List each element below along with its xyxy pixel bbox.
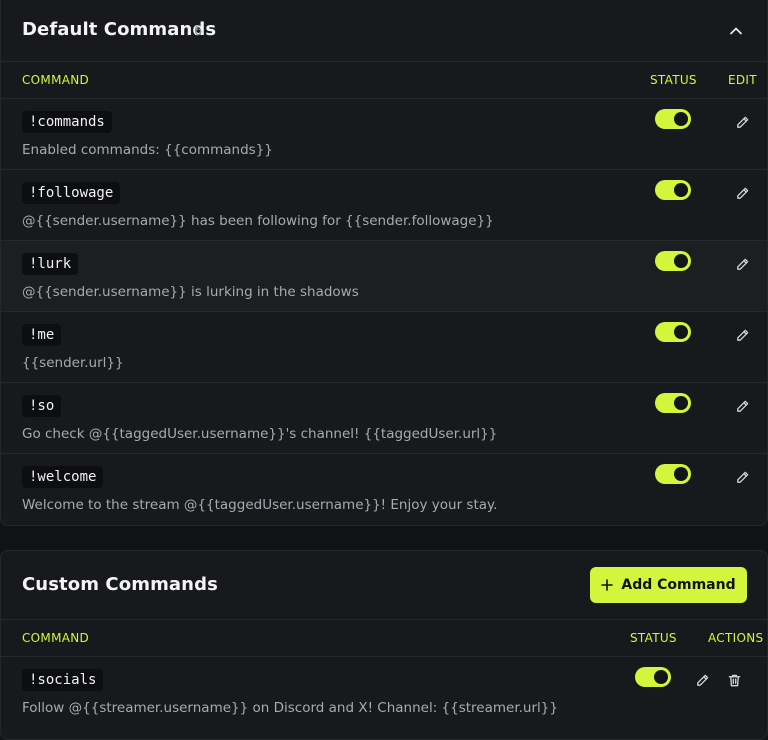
command-name: !me bbox=[22, 324, 62, 346]
add-command-button[interactable]: Add Command bbox=[590, 567, 747, 603]
default-commands-header: Default Commands 6 bbox=[1, 0, 767, 62]
add-command-label: Add Command bbox=[621, 577, 736, 593]
default-commands-list: !commands Enabled commands: {{commands}}!… bbox=[1, 99, 767, 525]
column-status: STATUS bbox=[630, 631, 677, 645]
command-response: @{{sender.username}} is lurking in the s… bbox=[22, 284, 359, 300]
toggle-knob bbox=[674, 254, 688, 268]
toggle-knob bbox=[674, 183, 688, 197]
status-toggle[interactable] bbox=[655, 464, 691, 484]
plus-icon bbox=[601, 579, 614, 591]
delete-button[interactable] bbox=[723, 669, 745, 691]
command-row: !welcome Welcome to the stream @{{taggedU… bbox=[1, 454, 767, 525]
status-toggle[interactable] bbox=[655, 180, 691, 200]
pencil-icon bbox=[736, 471, 748, 483]
status-toggle[interactable] bbox=[635, 667, 671, 687]
command-name: !lurk bbox=[22, 253, 79, 275]
status-toggle[interactable] bbox=[655, 322, 691, 342]
pencil-icon bbox=[736, 400, 748, 412]
edit-button[interactable] bbox=[691, 669, 713, 691]
edit-button[interactable] bbox=[731, 466, 753, 488]
command-response: Enabled commands: {{commands}} bbox=[22, 142, 273, 158]
default-commands-count: 6 bbox=[194, 24, 203, 39]
toggle-knob bbox=[674, 396, 688, 410]
edit-button[interactable] bbox=[731, 253, 753, 275]
custom-commands-header: Custom Commands Add Command bbox=[1, 551, 767, 620]
default-commands-column-header: COMMAND STATUS EDIT bbox=[1, 62, 767, 99]
command-name: !followage bbox=[22, 182, 121, 204]
edit-button[interactable] bbox=[731, 324, 753, 346]
command-row: !lurk @{{sender.username}} is lurking in … bbox=[1, 241, 767, 312]
command-name: !welcome bbox=[22, 466, 104, 488]
status-toggle[interactable] bbox=[655, 393, 691, 413]
command-row: !commands Enabled commands: {{commands}} bbox=[1, 99, 767, 170]
command-row: !followage @{{sender.username}} has been … bbox=[1, 170, 767, 241]
custom-commands-column-header: COMMAND STATUS ACTIONS bbox=[1, 620, 767, 657]
trash-icon bbox=[728, 674, 740, 686]
command-name: !so bbox=[22, 395, 62, 417]
command-response: Follow @{{streamer.username}} on Discord… bbox=[22, 700, 558, 716]
custom-commands-list: !socials Follow @{{streamer.username}} on… bbox=[1, 657, 767, 728]
edit-button[interactable] bbox=[731, 182, 753, 204]
default-commands-panel: Default Commands 6 COMMAND STATUS EDIT !… bbox=[0, 0, 768, 526]
column-actions: ACTIONS bbox=[708, 631, 764, 645]
pencil-icon bbox=[736, 187, 748, 199]
toggle-knob bbox=[654, 670, 668, 684]
command-name: !commands bbox=[22, 111, 112, 133]
edit-button[interactable] bbox=[731, 111, 753, 133]
toggle-knob bbox=[674, 112, 688, 126]
pencil-icon bbox=[736, 258, 748, 270]
pencil-icon bbox=[736, 329, 748, 341]
chevron-up-icon bbox=[730, 27, 742, 35]
command-response: {{sender.url}} bbox=[22, 355, 124, 371]
toggle-knob bbox=[674, 325, 688, 339]
custom-commands-panel: Custom Commands Add Command COMMAND STAT… bbox=[0, 550, 768, 740]
column-edit: EDIT bbox=[728, 73, 757, 87]
default-commands-title: Default Commands bbox=[22, 19, 217, 40]
command-name: !socials bbox=[22, 669, 104, 691]
column-command: COMMAND bbox=[22, 73, 90, 87]
command-response: @{{sender.username}} has been following … bbox=[22, 213, 494, 229]
command-response: Welcome to the stream @{{taggedUser.user… bbox=[22, 497, 498, 513]
pencil-icon bbox=[736, 116, 748, 128]
command-response: Go check @{{taggedUser.username}}'s chan… bbox=[22, 426, 498, 442]
pencil-icon bbox=[696, 674, 708, 686]
toggle-knob bbox=[674, 467, 688, 481]
command-row: !me {{sender.url}} bbox=[1, 312, 767, 383]
column-status: STATUS bbox=[650, 73, 697, 87]
status-toggle[interactable] bbox=[655, 109, 691, 129]
command-row: !so Go check @{{taggedUser.username}}'s c… bbox=[1, 383, 767, 454]
collapse-button[interactable] bbox=[723, 18, 749, 44]
status-toggle[interactable] bbox=[655, 251, 691, 271]
column-command: COMMAND bbox=[22, 631, 90, 645]
command-row: !socials Follow @{{streamer.username}} on… bbox=[1, 657, 767, 728]
custom-commands-title: Custom Commands bbox=[22, 574, 218, 595]
edit-button[interactable] bbox=[731, 395, 753, 417]
